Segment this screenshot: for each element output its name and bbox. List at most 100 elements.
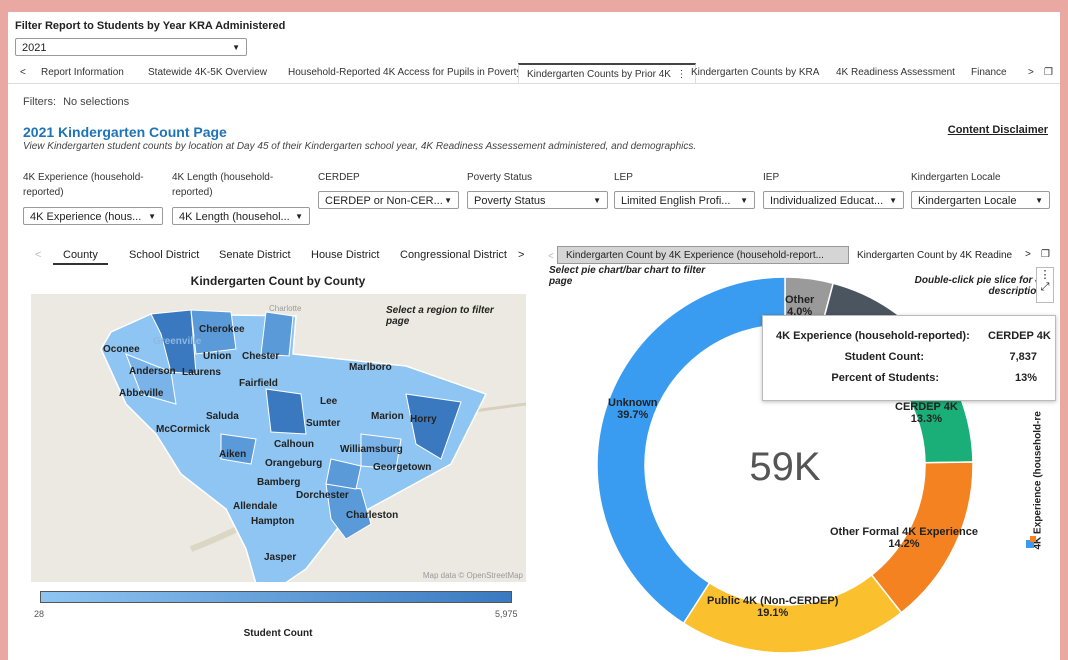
tooltip-row3-label: Percent of Students: <box>831 372 939 384</box>
tooltip-row3-value: 13% <box>1014 372 1037 384</box>
select-iep-value: Individualized Educat... <box>770 195 884 207</box>
county-label: Jasper <box>264 552 297 563</box>
subtab-house-district[interactable]: House District <box>311 249 379 261</box>
county-label: Marion <box>371 411 404 422</box>
more-options-icon[interactable]: ⋮ ⤢ <box>1036 267 1054 303</box>
county-label: Abbeville <box>119 388 164 399</box>
select-locale-value: Kindergarten Locale <box>918 195 1017 207</box>
slice-label-other-formal-name: Other Formal 4K Experience <box>830 526 978 538</box>
county-york[interactable] <box>260 311 294 357</box>
slice-label-unknown: Unknown 39.7% <box>608 397 658 421</box>
tab-report-information[interactable]: Report Information <box>41 67 124 78</box>
select-locale[interactable]: Kindergarten Locale ▼ <box>911 191 1050 209</box>
county-label: Chester <box>242 351 280 362</box>
select-poverty[interactable]: Poverty Status ▼ <box>467 191 608 209</box>
filters-label: Filters: <box>23 96 56 108</box>
filter-label-cerdep: CERDEP <box>318 172 360 183</box>
page-subtitle: View Kindergarten student counts by loca… <box>23 141 697 152</box>
select-poverty-value: Poverty Status <box>474 195 546 207</box>
subtab-scroll-left-icon[interactable]: < <box>35 249 41 261</box>
page-menu-icon[interactable]: ❐ <box>1044 67 1053 78</box>
county-label: Oconee <box>103 344 140 355</box>
chevron-down-icon: ▼ <box>593 196 601 205</box>
county-label: Orangeburg <box>265 458 323 469</box>
county-label: McCormick <box>156 424 210 435</box>
tab-counts-kra[interactable]: Kindergarten Counts by KRA <box>691 67 819 78</box>
tab-household-access[interactable]: Household-Reported 4K Access for Pupils … <box>288 67 521 78</box>
chart-tab-4k-experience[interactable]: Kindergarten Count by 4K Experience (hou… <box>557 246 849 264</box>
tooltip-row1-label: 4K Experience (household-reported): <box>776 330 970 342</box>
filter-label-poverty: Poverty Status <box>467 172 533 183</box>
chart-tab-bar: < Kindergarten Count by 4K Experience (h… <box>548 246 1060 266</box>
select-4k-length[interactable]: 4K Length (househol... ▼ <box>172 207 310 225</box>
subtab-scroll-right-icon[interactable]: > <box>518 249 524 261</box>
map-place-charlotte: Charlotte <box>269 304 302 313</box>
select-cerdep-value: CERDEP or Non-CER... <box>325 195 443 207</box>
county-label: Horry <box>410 414 437 425</box>
slice-tooltip: 4K Experience (household-reported): CERD… <box>762 315 1056 401</box>
chart-tab-4k-readiness[interactable]: Kindergarten Count by 4K Readine <box>857 250 1012 261</box>
year-select[interactable]: 2021 ▼ <box>15 38 247 56</box>
county-label: Cherokee <box>199 324 245 335</box>
county-label: Williamsburg <box>340 444 403 455</box>
chevron-down-icon: ▼ <box>232 43 240 52</box>
subtab-senate-district[interactable]: Senate District <box>219 249 291 261</box>
select-cerdep[interactable]: CERDEP or Non-CER... ▼ <box>318 191 459 209</box>
slice-label-cerdep: CERDEP 4K 13.3% <box>895 401 958 425</box>
select-4k-length-value: 4K Length (househol... <box>179 211 290 223</box>
filters-value: No selections <box>63 96 130 108</box>
legend-swatch-icon <box>1030 536 1036 542</box>
select-4k-experience[interactable]: 4K Experience (hous... ▼ <box>23 207 163 225</box>
filter-label-lep: LEP <box>614 172 633 183</box>
filter-label-iep: IEP <box>763 172 780 183</box>
subtab-county[interactable]: County <box>53 246 108 265</box>
map-title: Kindergarten Count by County <box>190 274 366 288</box>
tooltip-row2-value: 7,837 <box>1009 351 1037 363</box>
chart-tab-right-icon[interactable]: > <box>1025 249 1031 260</box>
pie-side-legend: 4K Experience (household-re <box>1030 392 1044 552</box>
legend-min: 28 <box>34 609 45 619</box>
chevron-down-icon: ▼ <box>148 212 156 221</box>
tab-scroll-left-icon[interactable]: < <box>20 67 26 78</box>
county-richland[interactable] <box>265 388 307 435</box>
county-label: Charleston <box>346 510 399 521</box>
slice-label-unknown-value: 39.7% <box>617 409 649 421</box>
chart-tab-left-icon[interactable]: < <box>548 251 554 262</box>
county-label: Hampton <box>251 516 295 527</box>
legend-gradient-bar <box>40 591 512 603</box>
year-select-value: 2021 <box>22 42 47 54</box>
legend-title: Student Count <box>243 628 313 639</box>
select-lep-value: Limited English Profi... <box>621 195 731 207</box>
tab-counts-prior-4k[interactable]: Kindergarten Counts by Prior 4K ⋮ <box>518 63 696 83</box>
county-label: Anderson <box>129 366 176 377</box>
map-credit: Map data © OpenStreetMap <box>422 571 523 580</box>
legend-max: 5,975 <box>495 609 518 619</box>
county-label: Fairfield <box>239 378 278 389</box>
county-map[interactable]: Charlotte Cherokee Greenville Oconee And… <box>31 294 526 582</box>
content-disclaimer-link[interactable]: Content Disclaimer <box>948 124 1048 136</box>
map-hint: Select a region to filter page <box>386 305 494 327</box>
tab-scroll-right-icon[interactable]: > <box>1028 67 1034 78</box>
county-label: Georgetown <box>373 462 432 473</box>
slice-label-unknown-name: Unknown <box>608 397 658 409</box>
maximize-icon[interactable]: ❐ <box>1041 249 1050 260</box>
tab-readiness-assessment[interactable]: 4K Readiness Assessment <box>836 67 955 78</box>
tab-finance[interactable]: Finance <box>971 67 1007 78</box>
select-lep[interactable]: Limited English Profi... ▼ <box>614 191 755 209</box>
county-label: Greenville <box>153 336 202 347</box>
chevron-down-icon: ▼ <box>444 196 452 205</box>
tooltip-row2-label: Student Count: <box>844 351 924 363</box>
subtab-school-district[interactable]: School District <box>129 249 199 261</box>
filter-label-locale: Kindergarten Locale <box>911 172 1001 183</box>
slice-label-other-name: Other <box>785 294 815 306</box>
county-label: Union <box>203 351 232 362</box>
report-tab-bar: < Report Information Statewide 4K-5K Ove… <box>8 63 1060 84</box>
county-label: Saluda <box>206 411 239 422</box>
county-label: Laurens <box>182 367 221 378</box>
county-label: Calhoun <box>274 439 314 450</box>
tab-statewide-overview[interactable]: Statewide 4K-5K Overview <box>148 67 267 78</box>
slice-label-other-formal-value: 14.2% <box>888 538 920 550</box>
slice-label-public: Public 4K (Non-CERDEP) 19.1% <box>707 595 838 619</box>
subtab-congressional-district[interactable]: Congressional District <box>400 249 507 261</box>
select-iep[interactable]: Individualized Educat... ▼ <box>763 191 904 209</box>
